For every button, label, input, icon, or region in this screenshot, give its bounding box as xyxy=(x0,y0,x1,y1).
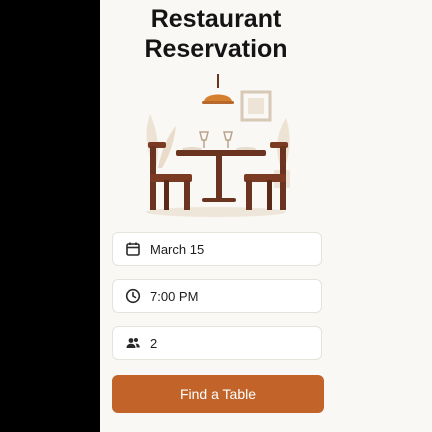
clock-icon xyxy=(124,287,142,305)
date-value: March 15 xyxy=(150,241,205,257)
calendar-icon xyxy=(124,240,142,258)
guests-field[interactable]: 2 xyxy=(112,326,322,360)
find-table-button[interactable]: Find a Table xyxy=(112,375,324,413)
page-title-line1: Restaurant xyxy=(150,5,282,33)
page-title-line2: Reservation xyxy=(144,35,288,63)
dining-illustration xyxy=(146,74,290,217)
page-title: Restaurant Reservation xyxy=(100,4,332,64)
guests-value: 2 xyxy=(150,335,158,351)
device-bezel xyxy=(0,0,100,432)
people-icon xyxy=(124,334,142,352)
time-value: 7:00 PM xyxy=(150,288,199,304)
time-field[interactable]: 7:00 PM xyxy=(112,279,322,313)
reservation-screen: Restaurant Reservation March 15 7:00 PM … xyxy=(100,0,432,432)
date-field[interactable]: March 15 xyxy=(112,232,322,266)
